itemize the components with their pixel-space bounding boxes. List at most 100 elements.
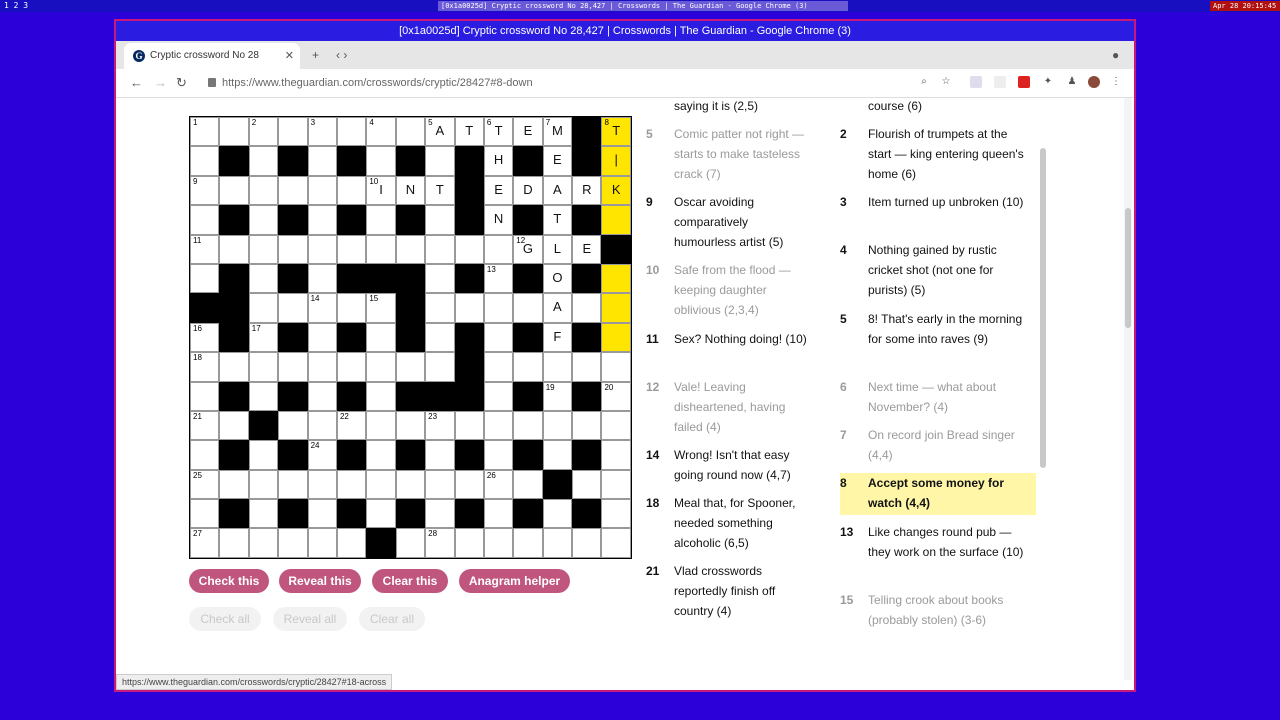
workspace-switcher[interactable]: 1 2 3 <box>4 1 28 11</box>
grid-cell[interactable] <box>190 205 220 235</box>
grid-cell[interactable] <box>425 469 455 500</box>
grid-cell[interactable]: 1 <box>190 117 220 147</box>
grid-cell[interactable]: 26 <box>483 469 514 500</box>
grid-cell[interactable] <box>425 205 455 235</box>
grid-cell[interactable] <box>366 146 396 176</box>
grid-cell[interactable] <box>425 234 455 264</box>
grid-cell[interactable] <box>395 234 426 264</box>
grid-cell[interactable] <box>425 499 455 529</box>
grid-cell[interactable] <box>425 440 455 470</box>
grid-cell[interactable] <box>278 469 308 500</box>
grid-cell[interactable] <box>190 146 220 176</box>
grid-cell[interactable] <box>601 322 631 353</box>
grid-cell[interactable] <box>454 528 484 558</box>
grid-cell[interactable] <box>307 263 337 294</box>
grid-cell[interactable] <box>572 528 602 558</box>
clue-item[interactable]: 12 Vale! Leaving disheartened, having fai… <box>646 377 816 439</box>
grid-cell[interactable] <box>395 352 426 382</box>
grid-cell[interactable]: E <box>513 117 543 147</box>
grid-cell[interactable]: E <box>572 234 602 264</box>
grid-cell[interactable] <box>248 499 279 529</box>
clue-scrollbar-thumb[interactable] <box>1040 148 1046 468</box>
grid-cell[interactable]: | <box>601 146 631 176</box>
grid-cell[interactable]: 28 <box>425 528 455 558</box>
reload-icon[interactable]: ↻ <box>176 69 187 97</box>
grid-cell[interactable] <box>336 352 367 382</box>
grid-cell[interactable] <box>190 440 220 470</box>
grid-cell[interactable] <box>425 322 455 353</box>
grid-cell[interactable]: 10 I <box>366 175 396 206</box>
grid-cell[interactable] <box>336 528 367 558</box>
clear-all-button[interactable]: Clear all <box>359 607 425 631</box>
grid-cell[interactable]: 16 <box>190 322 220 353</box>
grid-cell[interactable]: 20 <box>601 381 631 411</box>
grid-cell[interactable]: R <box>572 175 602 206</box>
grid-cell[interactable] <box>307 410 337 441</box>
grid-cell[interactable] <box>454 234 484 264</box>
grid-cell[interactable] <box>248 205 279 235</box>
grid-cell[interactable] <box>483 381 514 411</box>
grid-cell[interactable] <box>219 410 249 441</box>
new-tab-icon[interactable]: + <box>312 41 319 69</box>
profile-person-icon[interactable]: ♟ <box>1066 76 1078 88</box>
grid-cell[interactable] <box>366 469 396 500</box>
grid-cell[interactable] <box>278 117 308 147</box>
grid-cell[interactable] <box>278 528 308 558</box>
clear-this-button[interactable]: Clear this <box>372 569 448 593</box>
bookmark-star-icon[interactable]: ☆ <box>940 76 952 88</box>
page-scrollbar-thumb[interactable] <box>1125 208 1131 328</box>
grid-cell[interactable] <box>513 352 543 382</box>
forward-arrow-icon[interactable]: → <box>154 69 167 97</box>
grid-cell[interactable]: 13 <box>483 263 514 294</box>
reveal-all-button[interactable]: Reveal all <box>273 607 347 631</box>
grid-cell[interactable] <box>307 528 337 558</box>
grid-cell[interactable]: 27 <box>190 528 220 558</box>
grid-cell[interactable] <box>248 234 279 264</box>
grid-cell[interactable] <box>307 205 337 235</box>
grid-cell[interactable] <box>454 410 484 441</box>
grid-cell[interactable]: E <box>542 146 573 176</box>
grid-cell[interactable] <box>395 117 426 147</box>
grid-cell[interactable] <box>483 352 514 382</box>
grid-cell[interactable] <box>601 352 631 382</box>
grid-cell[interactable]: 9 <box>190 175 220 206</box>
grid-cell[interactable]: 25 <box>190 469 220 500</box>
grid-cell[interactable] <box>336 469 367 500</box>
clue-item[interactable]: 4 Nothing gained by rustic cricket shot (… <box>840 240 1036 302</box>
grid-cell[interactable] <box>425 263 455 294</box>
grid-cell[interactable] <box>307 352 337 382</box>
clue-item[interactable]: saying it is (2,5) <box>646 98 816 118</box>
grid-cell[interactable] <box>219 352 249 382</box>
grid-cell[interactable]: A <box>542 175 573 206</box>
grid-cell[interactable] <box>513 410 543 441</box>
anagram-helper-button[interactable]: Anagram helper <box>459 569 570 593</box>
grid-cell[interactable] <box>336 117 367 147</box>
clue-item[interactable]: 2 Flourish of trumpets at the start — kin… <box>840 124 1036 186</box>
grid-cell[interactable] <box>601 263 631 294</box>
grid-cell[interactable] <box>483 528 514 558</box>
grid-cell[interactable] <box>542 499 573 529</box>
grid-cell[interactable] <box>366 499 396 529</box>
grid-cell[interactable] <box>248 381 279 411</box>
grid-cell[interactable] <box>483 234 514 264</box>
grid-cell[interactable]: 18 <box>190 352 220 382</box>
grid-cell[interactable] <box>542 352 573 382</box>
grid-cell[interactable] <box>190 381 220 411</box>
avatar[interactable] <box>1088 76 1100 88</box>
grid-cell[interactable]: T <box>425 175 455 206</box>
tab-crossword[interactable]: G Cryptic crossword No 28 ✕ <box>124 43 300 69</box>
grid-cell[interactable] <box>248 293 279 323</box>
grid-cell[interactable] <box>219 528 249 558</box>
grid-cell[interactable]: 17 <box>248 322 279 353</box>
grid-cell[interactable] <box>483 293 514 323</box>
check-this-button[interactable]: Check this <box>189 569 269 593</box>
grid-cell[interactable] <box>513 528 543 558</box>
grid-cell[interactable] <box>307 146 337 176</box>
grid-cell[interactable] <box>248 528 279 558</box>
grid-cell[interactable] <box>483 410 514 441</box>
grid-cell[interactable] <box>366 205 396 235</box>
grid-cell[interactable] <box>248 146 279 176</box>
grid-cell[interactable]: T <box>542 205 573 235</box>
grid-cell[interactable] <box>248 263 279 294</box>
grid-cell[interactable] <box>366 322 396 353</box>
